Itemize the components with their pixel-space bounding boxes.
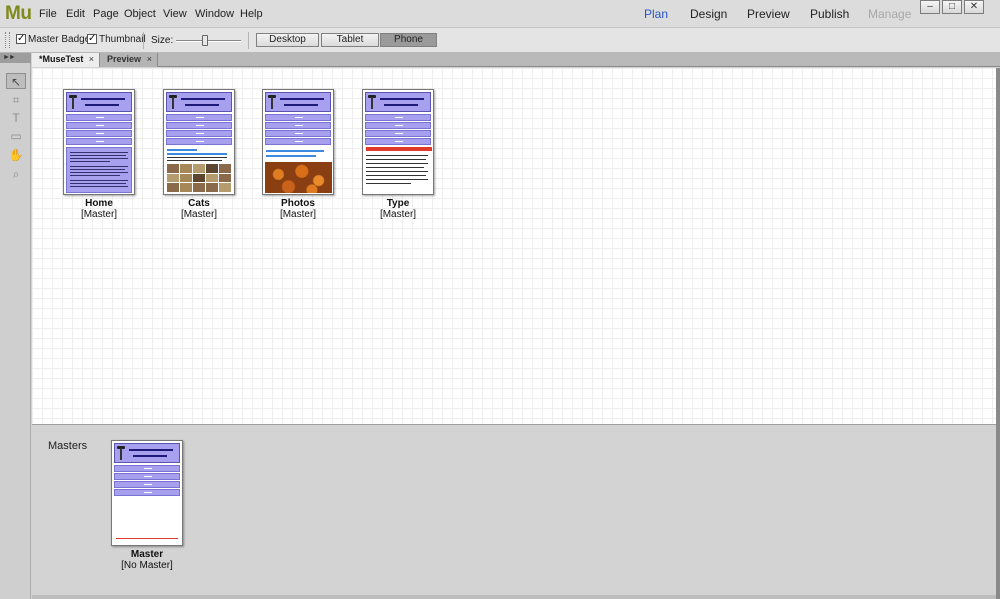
page-thumbnail[interactable] — [163, 89, 235, 195]
mode-manage: Manage — [868, 7, 912, 21]
tablet-button[interactable]: Tablet — [321, 33, 379, 47]
document-tab-bar: *MuseTest × Preview × — [32, 53, 1000, 67]
tab-musetest[interactable]: *MuseTest × — [32, 53, 100, 67]
menu-file[interactable]: File — [39, 8, 57, 20]
toolbar-grip-icon[interactable] — [5, 32, 10, 48]
size-slider-thumb[interactable] — [202, 35, 209, 46]
site-header-thumb — [365, 92, 431, 112]
menu-page[interactable]: Page — [93, 8, 119, 20]
toolbar-divider — [143, 32, 144, 49]
pen-logo-icon — [268, 94, 276, 111]
page-master-badge: [Master] — [279, 209, 317, 220]
zoom-tool-icon[interactable]: ⌕ — [6, 166, 26, 182]
menu-view[interactable]: View — [163, 8, 187, 20]
page-thumbnail[interactable] — [63, 89, 135, 195]
menu-object[interactable]: Object — [124, 8, 156, 20]
masters-label: Masters — [48, 440, 88, 452]
master-badge-checkbox[interactable]: ✓ — [16, 34, 26, 44]
pen-logo-icon — [169, 94, 177, 111]
thumbnail-checkbox[interactable]: ✓ — [87, 34, 97, 44]
pumpkin-photo — [265, 162, 332, 193]
tools-panel: ►► ↖ ⌗ T ▭ ✋ ⌕ — [0, 53, 31, 599]
home-body-block — [66, 147, 132, 193]
tab-label: *MuseTest — [39, 54, 84, 64]
desktop-button[interactable]: Desktop — [256, 33, 319, 47]
pen-logo-icon — [69, 94, 77, 111]
site-header-thumb — [265, 92, 331, 112]
plan-canvas[interactable]: Home [Master] Cats [Master] Photos [Mast… — [32, 68, 997, 424]
right-scroll-edge — [996, 68, 1000, 599]
page-master-badge: [Master] — [80, 209, 118, 220]
mode-plan[interactable]: Plan — [644, 7, 668, 21]
close-tab-icon[interactable]: × — [89, 53, 94, 66]
plan-toolbar: ✓ Master Badge ✓ Thumbnail Size: Desktop… — [0, 28, 1000, 53]
mode-preview[interactable]: Preview — [747, 7, 790, 21]
thumbnail-label: Thumbnail — [99, 34, 146, 45]
mode-publish[interactable]: Publish — [810, 7, 849, 21]
title-bar: Mu File Edit Page Object View Window Hel… — [0, 0, 1000, 28]
size-slider[interactable] — [176, 40, 241, 42]
tab-preview[interactable]: Preview × — [100, 53, 158, 67]
page-master-badge: [Master] — [379, 209, 417, 220]
site-header-thumb — [114, 443, 180, 463]
maximize-button[interactable]: □ — [942, 0, 962, 14]
master-name[interactable]: Master — [111, 549, 183, 560]
page-name[interactable]: Photos — [262, 198, 334, 209]
selection-tool-icon[interactable]: ↖ — [6, 73, 26, 89]
page-thumbnail[interactable] — [362, 89, 434, 195]
tab-label: Preview — [107, 54, 142, 64]
crop-tool-icon[interactable]: ⌗ — [6, 92, 26, 108]
site-header-thumb — [66, 92, 132, 112]
phone-button[interactable]: Phone — [380, 33, 437, 47]
menu-window[interactable]: Window — [195, 8, 234, 20]
status-strip — [32, 595, 996, 599]
minimize-button[interactable]: – — [920, 0, 940, 14]
page-master-badge: [Master] — [180, 209, 218, 220]
master-thumbnail[interactable] — [111, 440, 183, 546]
page-thumbnail[interactable] — [262, 89, 334, 195]
text-tool-icon[interactable]: T — [6, 110, 26, 126]
page-name[interactable]: Cats — [163, 198, 235, 209]
hand-tool-icon[interactable]: ✋ — [6, 147, 26, 163]
pen-logo-icon — [117, 445, 125, 462]
muse-logo: Mu — [5, 3, 32, 24]
close-tab-icon[interactable]: × — [147, 53, 152, 66]
size-label: Size: — [151, 35, 174, 46]
mode-design[interactable]: Design — [690, 7, 727, 21]
type-heading-block — [366, 147, 432, 151]
rectangle-tool-icon[interactable]: ▭ — [6, 128, 26, 144]
cat-photo-grid — [167, 164, 231, 192]
pen-logo-icon — [368, 94, 376, 111]
masters-panel[interactable]: Masters Master [No Master] — [32, 424, 996, 595]
page-name[interactable]: Home — [63, 198, 135, 209]
toolbar-divider — [248, 32, 249, 49]
close-window-button[interactable]: ✕ — [964, 0, 984, 14]
menu-edit[interactable]: Edit — [66, 8, 85, 20]
menu-help[interactable]: Help — [240, 8, 263, 20]
page-name[interactable]: Type — [362, 198, 434, 209]
master-badge-label: Master Badge — [28, 34, 91, 45]
tools-panel-collapse-icon[interactable]: ►► — [0, 53, 31, 63]
site-header-thumb — [166, 92, 232, 112]
master-badge: [No Master] — [121, 560, 173, 571]
